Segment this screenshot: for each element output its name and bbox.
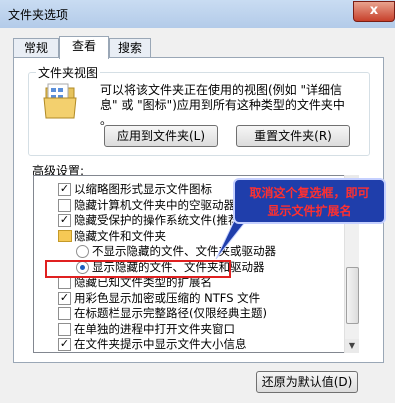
setting-label: 用彩色显示加密或压缩的 NTFS 文件 bbox=[74, 290, 261, 305]
setting-label: 以缩略图形式显示文件图标 bbox=[74, 182, 212, 196]
setting-checkbox[interactable]: ✓ bbox=[58, 183, 71, 196]
folder-icon bbox=[58, 229, 72, 242]
setting-label: 在标题栏显示完整路径(仅限经典主题) bbox=[74, 306, 267, 320]
setting-label: 隐藏计算机文件夹中的空驱动器 bbox=[74, 197, 235, 212]
setting-checkbox[interactable]: ✓ bbox=[58, 338, 71, 351]
folder-view-legend: 文件夹视图 bbox=[36, 64, 101, 81]
reset-folders-button[interactable]: 重置文件夹(R) bbox=[236, 125, 350, 147]
description-line-1: 可以将该文件夹正在使用的视图(例如 "详细信 bbox=[100, 83, 343, 97]
highlight-box bbox=[45, 260, 231, 278]
apply-button-label: 应用到文件夹(L) bbox=[116, 129, 206, 143]
tab-view[interactable]: 查看 bbox=[59, 36, 109, 59]
setting-label: 隐藏文件和文件夹 bbox=[74, 228, 166, 243]
tab-view-label: 查看 bbox=[71, 39, 96, 53]
folder-icon bbox=[43, 83, 77, 119]
scroll-thumb[interactable] bbox=[346, 267, 359, 324]
tab-general[interactable]: 常规 bbox=[13, 38, 59, 57]
annotation-line-2: 显示文件扩展名 bbox=[267, 204, 352, 218]
restore-defaults-button[interactable]: 还原为默认值(D) bbox=[256, 371, 358, 393]
tab-general-label: 常规 bbox=[23, 41, 48, 55]
reset-button-label: 重置文件夹(R) bbox=[254, 129, 332, 143]
folder-options-window: 文件夹选项 x 常规 查看 搜索 文件夹视图 可以将该文件夹正在使用的视图(例如… bbox=[0, 0, 395, 403]
setting-checkbox[interactable] bbox=[58, 198, 71, 212]
setting-checkbox[interactable]: ✓ bbox=[58, 214, 71, 227]
window-title: 文件夹选项 bbox=[8, 8, 69, 22]
scroll-down-icon[interactable]: ▼ bbox=[345, 339, 359, 353]
setting-checkbox[interactable] bbox=[58, 322, 71, 336]
folder-view-description: 可以将该文件夹正在使用的视图(例如 "详细信 息" 或 "图标")应用到所有这种… bbox=[100, 83, 362, 128]
setting-checkbox[interactable]: ✓ bbox=[58, 291, 71, 305]
setting-radio[interactable] bbox=[76, 245, 89, 258]
restore-defaults-label: 还原为默认值(D) bbox=[261, 375, 353, 389]
tab-search[interactable]: 搜索 bbox=[109, 38, 151, 57]
setting-checkbox[interactable] bbox=[58, 307, 71, 320]
apply-to-folders-button[interactable]: 应用到文件夹(L) bbox=[104, 125, 218, 147]
description-line-2: 息" 或 "图标")应用到所有这种类型的文件夹中 bbox=[100, 98, 345, 112]
tab-search-label: 搜索 bbox=[117, 41, 142, 55]
setting-label: 在文件夹提示中显示文件大小信息 bbox=[74, 337, 247, 351]
annotation-line-1: 取消这个复选框，即可 bbox=[249, 186, 370, 200]
annotation-callout: 取消这个复选框，即可 显示文件扩展名 bbox=[233, 178, 386, 224]
setting-label: 在预览窗格中显示预览句柄 bbox=[74, 352, 212, 354]
close-button[interactable]: x bbox=[353, 1, 395, 22]
setting-label: 在单独的进程中打开文件夹窗口 bbox=[74, 321, 235, 336]
title-bar: 文件夹选项 x bbox=[0, 0, 395, 28]
close-icon: x bbox=[369, 3, 379, 18]
